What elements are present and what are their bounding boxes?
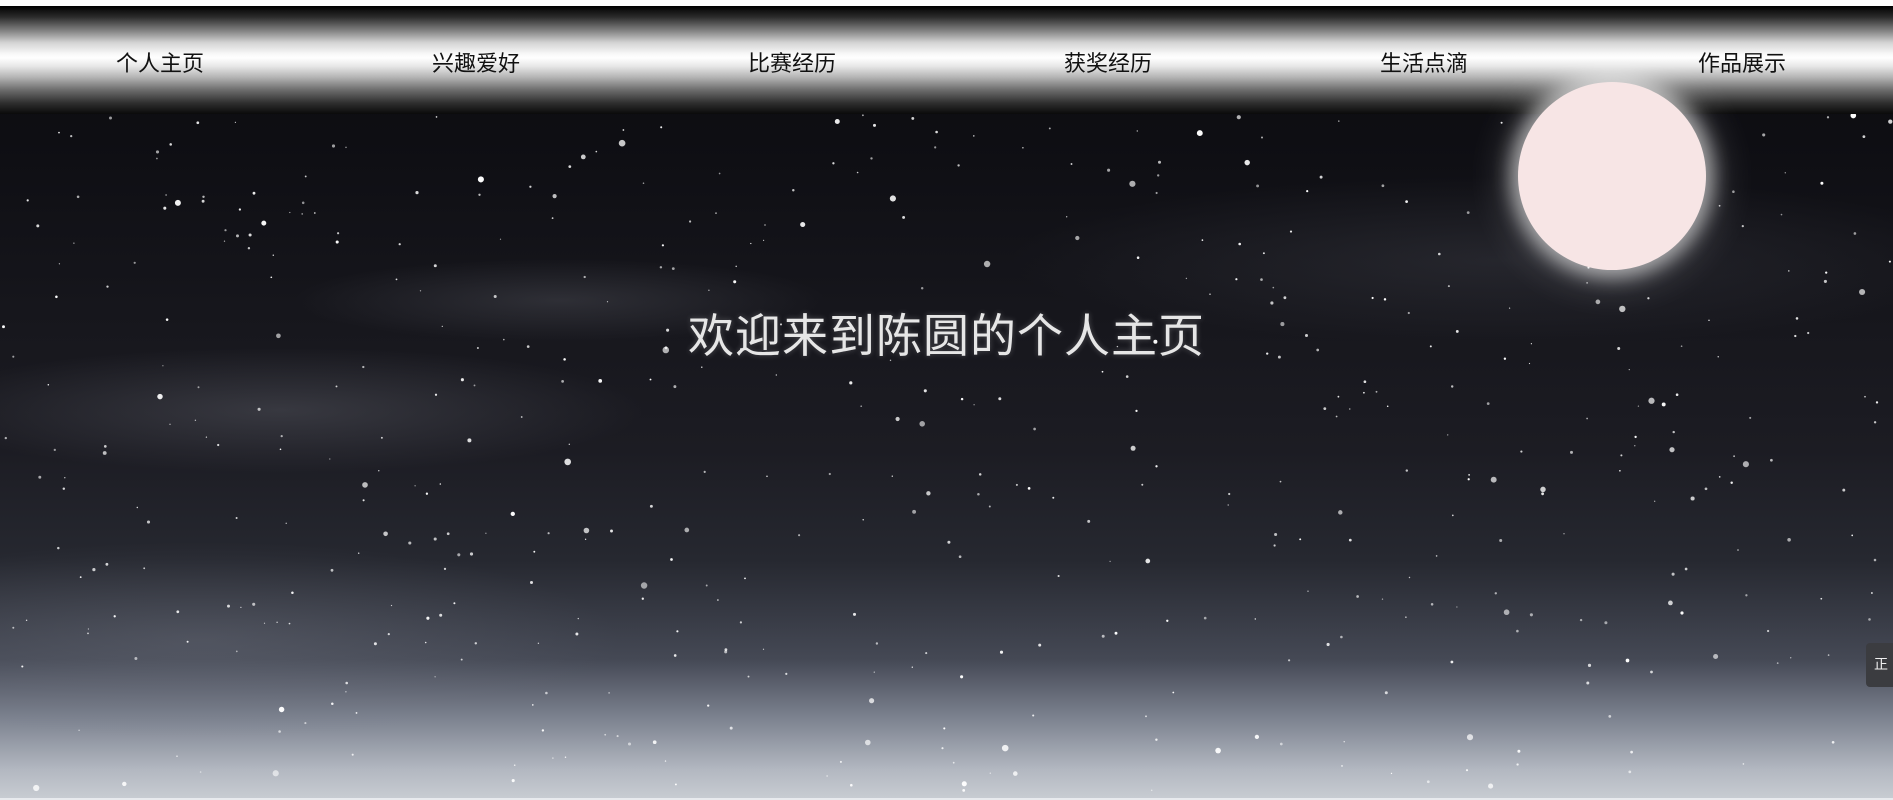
nav-item-life[interactable]: 生活点滴: [1344, 50, 1504, 80]
side-float-tab[interactable]: 正: [1866, 643, 1893, 687]
moon-decoration: [1518, 82, 1706, 270]
nav-item-hobbies[interactable]: 兴趣爱好: [396, 50, 556, 80]
nav-item-awards[interactable]: 获奖经历: [1028, 50, 1188, 80]
page-title: 欢迎来到陈圆的个人主页: [688, 309, 1205, 363]
page: 个人主页 兴趣爱好 比赛经历 获奖经历 生活点滴 作品展示 欢迎来到陈圆的个人主…: [0, 0, 1893, 800]
nav-item-works[interactable]: 作品展示: [1662, 50, 1822, 80]
nav-item-competitions[interactable]: 比赛经历: [712, 50, 872, 80]
nav-item-home[interactable]: 个人主页: [80, 50, 240, 80]
